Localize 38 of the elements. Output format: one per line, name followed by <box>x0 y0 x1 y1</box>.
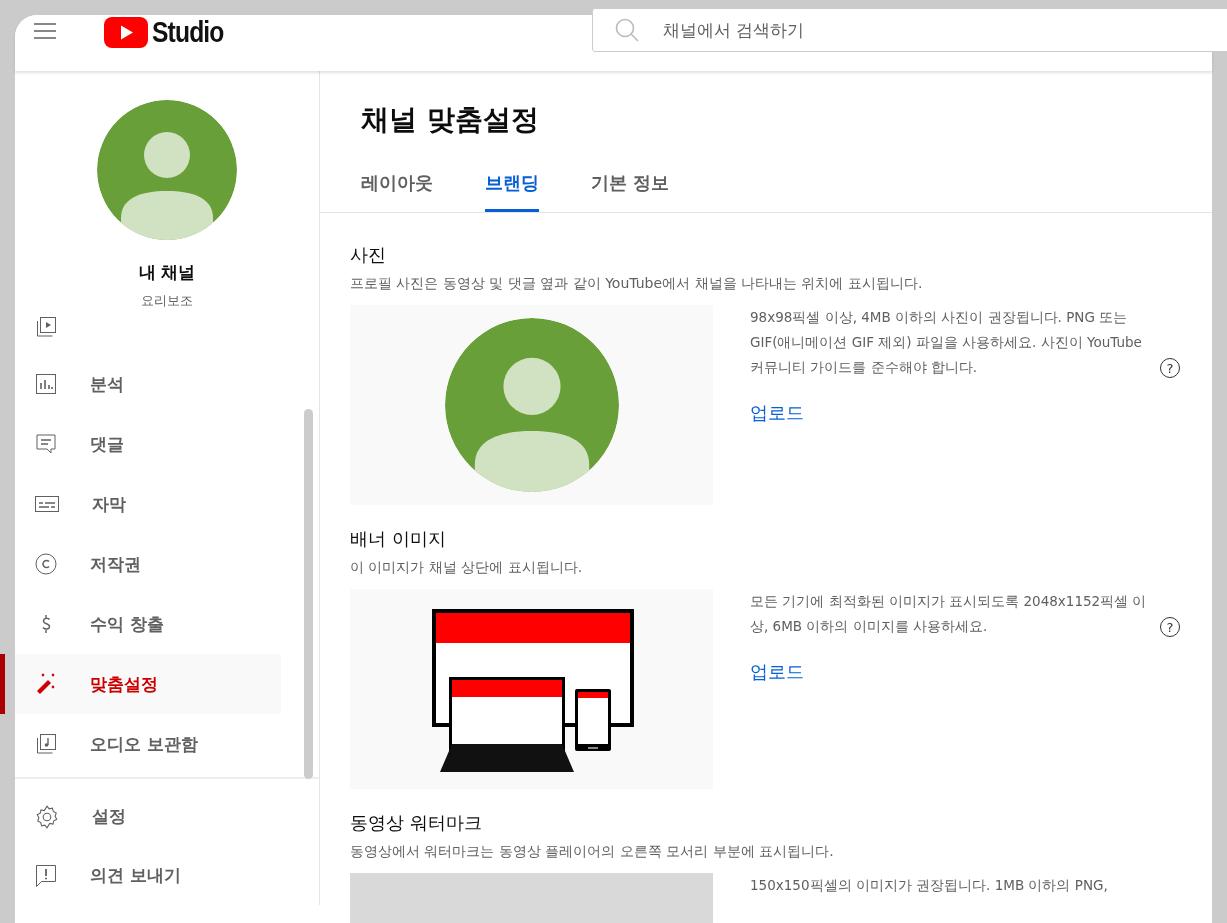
music-library-icon <box>34 732 58 756</box>
channel-handle: 요리보조 <box>141 292 193 310</box>
sidebar-item[interactable]: 댓글 <box>15 414 281 474</box>
section-description: 프로필 사진은 동영상 및 댓글 옆과 같이 YouTube에서 채널을 나타내는 위치에 표시됩니다. <box>350 275 924 293</box>
info-text: 150x150픽셀의 이미지가 권장됩니다. 1MB 이하의 PNG, <box>750 876 1108 895</box>
bar-chart-icon <box>34 372 58 396</box>
comment-icon <box>34 432 58 456</box>
upload-link[interactable]: 업로드 <box>750 401 804 425</box>
copyright-icon <box>34 552 58 576</box>
sidebar-item[interactable]: 설정 <box>15 787 281 846</box>
sidebar-item[interactable]: 자막 <box>15 474 281 534</box>
video-library-icon[interactable] <box>34 315 58 339</box>
feedback-icon <box>34 862 58 889</box>
section-title: 배너 이미지 <box>350 527 447 551</box>
tab[interactable]: 기본 정보 <box>591 171 670 212</box>
sidebar-item[interactable]: 의견 보내기 <box>15 846 281 905</box>
page-title: 채널 맞춤설정 <box>361 102 540 138</box>
section-description: 동영상에서 워터마크는 동영상 플레이어의 오른쪽 모서리 부분에 표시됩니다. <box>350 843 835 861</box>
sidebar-item[interactable]: 저작권 <box>15 534 281 594</box>
upload-link[interactable]: 업로드 <box>750 660 804 684</box>
channel-name: 내 채널 <box>138 261 196 284</box>
tab[interactable]: 브랜딩 <box>485 171 539 212</box>
logo-text[interactable]: Studio <box>152 16 224 49</box>
info-text: 98x98픽셀 이상, 4MB 이하의 사진이 권장됩니다. PNG 또는 GIF(애니메이션 GIF 제외) 파일을 사용하세요. 사진이 YouTube 커뮤니티 가이드를 준수해야 합니다. <box>750 308 1143 377</box>
sidebar-item[interactable]: 오디오 보관함 <box>15 714 281 774</box>
settings-icon <box>34 803 60 830</box>
scrollbar[interactable] <box>304 409 313 779</box>
section-title: 동영상 워터마크 <box>350 811 483 835</box>
section-title: 사진 <box>350 243 387 267</box>
section-description: 이 이미지가 채널 상단에 표시됩니다. <box>350 559 584 577</box>
info-text: 모든 기기에 최적화된 이미지가 표시되도록 2048x1152픽셀 이상, 6MB 이하의 이미지를 사용하세요. <box>750 592 1148 636</box>
sidebar-item[interactable]: 분석 <box>15 354 281 414</box>
search-field[interactable]: 채널에서 검색하기 <box>592 8 1227 52</box>
help-icon[interactable]: ? <box>1160 358 1180 378</box>
tab[interactable]: 레이아웃 <box>361 171 433 212</box>
menu-icon[interactable] <box>32 20 58 42</box>
search-icon <box>614 17 640 43</box>
sidebar-item[interactable]: 수익 창출 <box>15 594 281 654</box>
